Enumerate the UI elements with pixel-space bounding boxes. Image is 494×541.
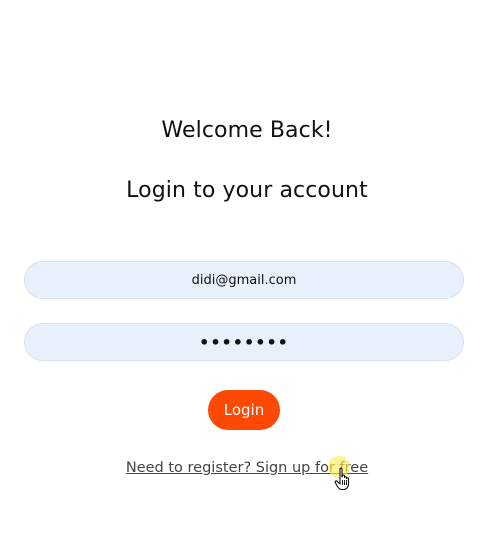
login-button[interactable]: Login: [208, 390, 280, 430]
page-title: Login to your account: [126, 178, 368, 203]
login-page: Welcome Back! Login to your account Logi…: [0, 0, 494, 541]
email-field[interactable]: [24, 261, 464, 299]
welcome-heading: Welcome Back!: [161, 118, 333, 143]
signup-link[interactable]: Need to register? Sign up for free: [0, 458, 494, 478]
password-field[interactable]: [24, 323, 464, 361]
